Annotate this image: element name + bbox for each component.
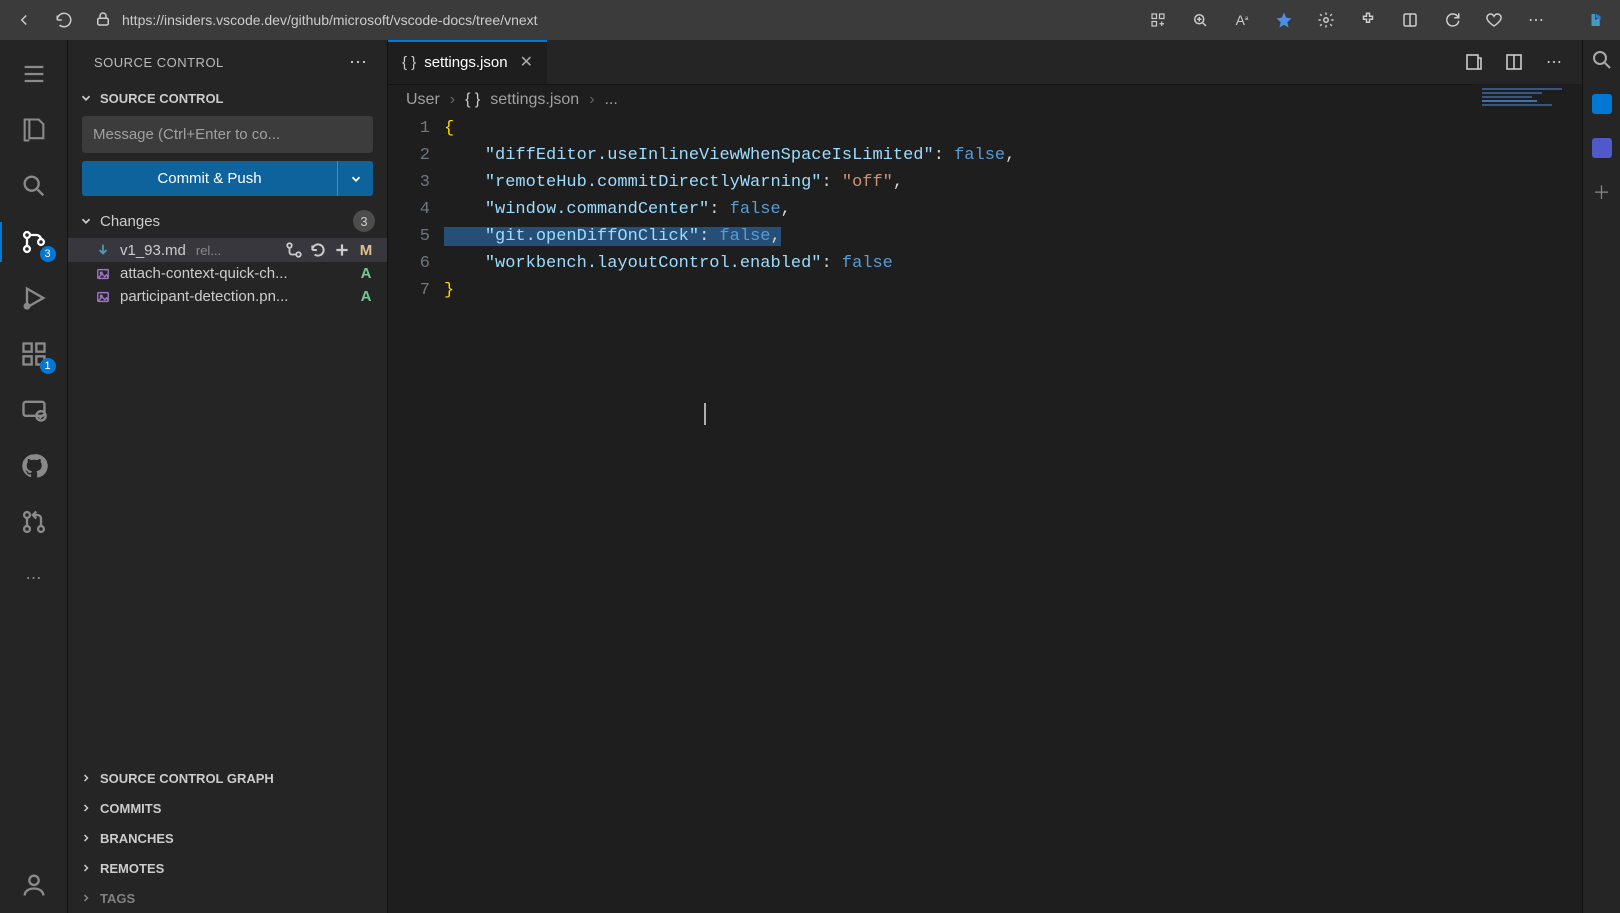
- arrow-down-icon: [94, 243, 112, 257]
- tab-bar: { } settings.json ✕ ⋯: [388, 40, 1582, 85]
- chevron-right-icon: ›: [589, 91, 594, 109]
- breadcrumb-item[interactable]: settings.json: [490, 91, 579, 109]
- breadcrumbs[interactable]: User › { } settings.json › ...: [388, 85, 1582, 115]
- changes-count: 3: [353, 210, 375, 232]
- file-status: A: [357, 265, 375, 282]
- tags-section[interactable]: TAGS: [68, 883, 387, 913]
- gear-icon[interactable]: [1316, 10, 1336, 30]
- heart-icon[interactable]: [1484, 10, 1504, 30]
- commit-dropdown[interactable]: [337, 161, 373, 196]
- menu-toggle[interactable]: [0, 46, 68, 102]
- chevron-right-icon: ›: [450, 91, 455, 109]
- editor-area: { } settings.json ✕ ⋯ User › { } setting…: [388, 40, 1582, 913]
- right-rail: ＋: [1582, 40, 1620, 913]
- url-text[interactable]: https://insiders.vscode.dev/github/micro…: [122, 12, 538, 28]
- minimap[interactable]: [1472, 84, 1582, 204]
- changes-header[interactable]: Changes 3: [68, 204, 387, 238]
- code-editor[interactable]: 1 2 3 4 5 6 7 { "diffEditor.useInlineVie…: [388, 115, 1582, 913]
- scm-section-header[interactable]: SOURCE CONTROL: [68, 84, 387, 112]
- changed-file-row[interactable]: attach-context-quick-ch... A: [68, 262, 387, 285]
- refresh-button[interactable]: [54, 10, 74, 30]
- more-icon[interactable]: ⋯: [1526, 10, 1546, 30]
- text-cursor: [704, 403, 706, 425]
- open-changes-icon[interactable]: [1464, 52, 1484, 72]
- tab-label: settings.json: [424, 54, 507, 71]
- chevron-right-icon: [78, 890, 94, 906]
- changed-file-row[interactable]: v1_93.md rel... M: [68, 238, 387, 262]
- run-debug-view[interactable]: [0, 270, 68, 326]
- sidebar: SOURCE CONTROL ⋯ SOURCE CONTROL Message …: [68, 40, 388, 913]
- accounts[interactable]: [0, 857, 68, 913]
- chevron-right-icon: [78, 830, 94, 846]
- chevron-down-icon: [78, 90, 94, 106]
- copilot-icon[interactable]: [1586, 10, 1606, 30]
- zoom-icon[interactable]: [1190, 10, 1210, 30]
- stage-icon[interactable]: [333, 241, 351, 259]
- breadcrumb-item[interactable]: User: [406, 91, 440, 109]
- section-label: TAGS: [100, 891, 135, 906]
- lock-icon: [94, 10, 112, 31]
- changed-file-row[interactable]: participant-detection.pn... A: [68, 285, 387, 308]
- explorer-view[interactable]: [0, 102, 68, 158]
- line-gutter: 1 2 3 4 5 6 7: [388, 115, 444, 913]
- section-label: SOURCE CONTROL GRAPH: [100, 771, 274, 786]
- pull-requests-view[interactable]: [0, 494, 68, 550]
- section-label: BRANCHES: [100, 831, 174, 846]
- file-status: A: [357, 288, 375, 305]
- search-view[interactable]: [0, 158, 68, 214]
- teams-icon[interactable]: [1590, 136, 1614, 160]
- tab-settings-json[interactable]: { } settings.json ✕: [388, 40, 548, 84]
- add-panel-icon[interactable]: ＋: [1590, 180, 1614, 204]
- commit-push-button[interactable]: Commit & Push: [82, 161, 337, 196]
- scm-badge: 3: [40, 246, 56, 262]
- tab-more-icon[interactable]: ⋯: [1544, 52, 1564, 72]
- scm-section-label: SOURCE CONTROL: [100, 91, 224, 106]
- image-file-icon: [94, 290, 112, 304]
- source-control-view[interactable]: 3: [0, 214, 68, 270]
- github-view[interactable]: [0, 438, 68, 494]
- remotes-section[interactable]: REMOTES: [68, 853, 387, 883]
- chevron-down-icon: [78, 213, 94, 229]
- chevron-right-icon: [78, 800, 94, 816]
- json-file-icon: { }: [465, 91, 480, 109]
- file-path: rel...: [196, 243, 221, 258]
- overflow-views[interactable]: ⋯: [0, 550, 68, 606]
- remote-view[interactable]: [0, 382, 68, 438]
- file-status: M: [357, 242, 375, 259]
- sidebar-title: SOURCE CONTROL: [94, 55, 224, 70]
- collections-icon[interactable]: [1400, 10, 1420, 30]
- app-icon[interactable]: [1148, 10, 1168, 30]
- extensions-badge: 1: [40, 358, 56, 374]
- changes-label: Changes: [100, 213, 160, 230]
- extension-icon[interactable]: [1358, 10, 1378, 30]
- breadcrumb-item[interactable]: ...: [605, 91, 618, 109]
- branches-section[interactable]: BRANCHES: [68, 823, 387, 853]
- file-name: v1_93.md: [120, 242, 186, 259]
- discard-icon[interactable]: [309, 241, 327, 259]
- sidebar-more[interactable]: ⋯: [349, 52, 369, 73]
- section-label: REMOTES: [100, 861, 164, 876]
- scm-graph-section[interactable]: SOURCE CONTROL GRAPH: [68, 763, 387, 793]
- close-tab-icon[interactable]: ✕: [520, 52, 533, 72]
- search-icon[interactable]: [1590, 48, 1614, 72]
- split-editor-icon[interactable]: [1504, 52, 1524, 72]
- file-name: attach-context-quick-ch...: [120, 265, 288, 282]
- commits-section[interactable]: COMMITS: [68, 793, 387, 823]
- file-name: participant-detection.pn...: [120, 288, 288, 305]
- back-button[interactable]: [14, 10, 34, 30]
- activity-bar: 3 1 ⋯: [0, 40, 68, 913]
- outlook-icon[interactable]: [1590, 92, 1614, 116]
- text-size-icon[interactable]: Aª: [1232, 10, 1252, 30]
- sync-icon[interactable]: [1442, 10, 1462, 30]
- browser-chrome: https://insiders.vscode.dev/github/micro…: [0, 0, 1620, 40]
- chevron-right-icon: [78, 860, 94, 876]
- chevron-right-icon: [78, 770, 94, 786]
- image-file-icon: [94, 267, 112, 281]
- extensions-view[interactable]: 1: [0, 326, 68, 382]
- json-file-icon: { }: [402, 54, 416, 71]
- favorite-icon[interactable]: [1274, 10, 1294, 30]
- section-label: COMMITS: [100, 801, 161, 816]
- commit-message-input[interactable]: Message (Ctrl+Enter to co...: [82, 116, 373, 153]
- open-diff-icon[interactable]: [285, 241, 303, 259]
